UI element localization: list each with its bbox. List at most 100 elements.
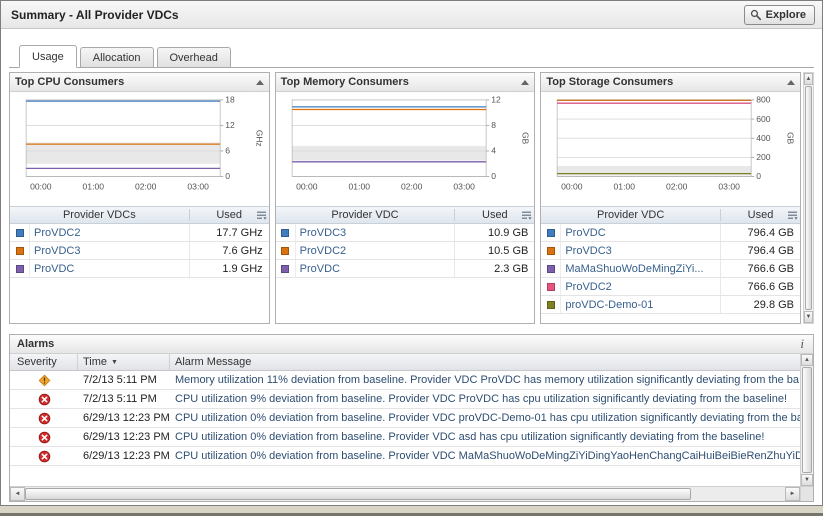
- alarms-horizontal-scrollbar[interactable]: ◄ ►: [10, 486, 813, 501]
- alarm-row[interactable]: 7/2/13 5:11 PM Memory utilization 11% de…: [10, 371, 800, 390]
- table-settings-icon[interactable]: [521, 210, 532, 221]
- swatch-cell: [276, 242, 296, 259]
- alarms-title: Alarms: [17, 338, 54, 350]
- panel-title: Top Memory Consumers: [281, 76, 409, 88]
- series-color-swatch: [16, 247, 24, 255]
- scroll-down-icon[interactable]: ▼: [801, 474, 813, 486]
- provider-vdc-link[interactable]: ProVDC3: [561, 245, 720, 257]
- scrollbar-thumb[interactable]: [805, 86, 812, 310]
- column-header-provider-vdc[interactable]: Provider VDCs: [10, 209, 189, 221]
- column-header-severity[interactable]: Severity: [10, 354, 78, 370]
- svg-text:400: 400: [757, 133, 772, 143]
- used-value: 7.6 GHz: [189, 242, 269, 259]
- swatch-cell: [541, 224, 561, 241]
- svg-text:12: 12: [225, 120, 235, 130]
- consumer-row[interactable]: ProVDC3 7.6 GHz: [10, 242, 269, 260]
- provider-vdc-link[interactable]: ProVDC3: [30, 245, 189, 257]
- scroll-up-icon[interactable]: ▲: [801, 354, 813, 366]
- column-header-time[interactable]: Time ▼: [78, 354, 170, 370]
- used-value: 2.3 GB: [454, 260, 534, 277]
- info-icon[interactable]: i: [798, 336, 806, 352]
- explore-button[interactable]: Explore: [744, 5, 815, 25]
- consumer-row[interactable]: ProVDC 796.4 GB: [541, 224, 800, 242]
- series-color-swatch: [281, 229, 289, 237]
- panel-header: Top Storage Consumers: [541, 73, 800, 92]
- consumer-row[interactable]: ProVDC2 17.7 GHz: [10, 224, 269, 242]
- svg-text:01:00: 01:00: [614, 181, 636, 191]
- collapse-panel-icon[interactable]: [256, 80, 264, 85]
- scroll-down-icon[interactable]: ▼: [804, 311, 813, 323]
- title-bar: Summary - All Provider VDCs Explore: [1, 1, 822, 29]
- series-color-swatch: [281, 265, 289, 273]
- alarm-row[interactable]: 6/29/13 12:23 PM CPU utilization 0% devi…: [10, 409, 800, 428]
- series-color-swatch: [281, 247, 289, 255]
- alarm-row[interactable]: 6/29/13 12:23 PM CPU utilization 0% devi…: [10, 447, 800, 466]
- consumer-row[interactable]: ProVDC3 796.4 GB: [541, 242, 800, 260]
- consumer-row[interactable]: proVDC-Demo-01 29.8 GB: [541, 296, 800, 314]
- provider-vdc-link[interactable]: ProVDC: [561, 227, 720, 239]
- tab-usage[interactable]: Usage: [19, 45, 77, 68]
- alarms-vertical-scrollbar[interactable]: ▲ ▼: [800, 354, 813, 486]
- alarm-row[interactable]: 7/2/13 5:11 PM CPU utilization 9% deviat…: [10, 390, 800, 409]
- collapse-panel-icon[interactable]: [521, 80, 529, 85]
- consumers-table-header: Provider VDC Used: [541, 207, 800, 224]
- provider-vdc-link[interactable]: proVDC-Demo-01: [561, 299, 720, 311]
- consumer-panels: Top CPU Consumers 06121800:0001:0002:000…: [9, 72, 801, 324]
- consumers-table-body: ProVDC2 17.7 GHz ProVDC3 7.6 GHz ProVDC …: [10, 224, 269, 278]
- used-value: 17.7 GHz: [189, 224, 269, 241]
- scroll-right-icon[interactable]: ►: [785, 487, 800, 501]
- consumer-row[interactable]: ProVDC 1.9 GHz: [10, 260, 269, 278]
- scrollbar-track[interactable]: [691, 487, 785, 501]
- column-header-provider-vdc[interactable]: Provider VDC: [541, 209, 720, 221]
- alarm-time: 7/2/13 5:11 PM: [78, 374, 170, 386]
- explore-button-label: Explore: [766, 9, 806, 21]
- svg-text:02:00: 02:00: [666, 181, 688, 191]
- provider-vdc-link[interactable]: ProVDC: [296, 263, 455, 275]
- alarm-time: 7/2/13 5:11 PM: [78, 393, 170, 405]
- consumer-row[interactable]: ProVDC2 10.5 GB: [276, 242, 535, 260]
- svg-text:03:00: 03:00: [453, 181, 475, 191]
- scrollbar-thumb[interactable]: [802, 367, 812, 473]
- alarm-time: 6/29/13 12:23 PM: [78, 450, 170, 462]
- alarm-rows: 7/2/13 5:11 PM Memory utilization 11% de…: [10, 371, 800, 486]
- alarms-panel: Alarms i Severity Time ▼ Alarm Message 7: [9, 334, 814, 502]
- provider-vdc-link[interactable]: ProVDC: [30, 263, 189, 275]
- alarm-time: 6/29/13 12:23 PM: [78, 431, 170, 443]
- collapse-panel-icon[interactable]: [787, 80, 795, 85]
- consumer-row[interactable]: ProVDC2 766.6 GB: [541, 278, 800, 296]
- svg-text:200: 200: [757, 152, 772, 162]
- consumer-row[interactable]: ProVDC 2.3 GB: [276, 260, 535, 278]
- panel-title: Top Storage Consumers: [546, 76, 673, 88]
- table-settings-icon[interactable]: [787, 210, 798, 221]
- consumers-table-header: Provider VDCs Used: [10, 207, 269, 224]
- svg-text:03:00: 03:00: [719, 181, 741, 191]
- consumer-row[interactable]: MaMaShuoWoDeMingZiYi... 766.6 GB: [541, 260, 800, 278]
- column-header-alarm-message[interactable]: Alarm Message: [170, 354, 800, 370]
- alarm-message: CPU utilization 0% deviation from baseli…: [170, 450, 800, 462]
- provider-vdc-link[interactable]: ProVDC2: [30, 227, 189, 239]
- provider-vdc-link[interactable]: ProVDC3: [296, 227, 455, 239]
- svg-text:00:00: 00:00: [30, 181, 52, 191]
- scroll-left-icon[interactable]: ◄: [10, 487, 25, 501]
- provider-vdc-link[interactable]: ProVDC2: [561, 281, 720, 293]
- panel-title: Top CPU Consumers: [15, 76, 124, 88]
- panel-header: Top Memory Consumers: [276, 73, 535, 92]
- svg-text:GB: GB: [520, 132, 530, 144]
- tab-allocation[interactable]: Allocation: [80, 47, 154, 67]
- table-settings-icon[interactable]: [256, 210, 267, 221]
- provider-vdc-link[interactable]: MaMaShuoWoDeMingZiYi...: [561, 263, 720, 275]
- scrollbar-thumb[interactable]: [25, 488, 691, 500]
- critical-icon: [38, 450, 51, 463]
- provider-vdc-link[interactable]: ProVDC2: [296, 245, 455, 257]
- alarm-row[interactable]: 6/29/13 12:23 PM CPU utilization 0% devi…: [10, 428, 800, 447]
- tab-overhead[interactable]: Overhead: [157, 47, 231, 67]
- svg-text:0: 0: [757, 171, 762, 181]
- panels-vertical-scrollbar[interactable]: ▲ ▼: [803, 72, 814, 324]
- svg-text:00:00: 00:00: [296, 181, 318, 191]
- used-value: 29.8 GB: [720, 296, 800, 313]
- svg-text:0: 0: [225, 171, 230, 181]
- consumer-row[interactable]: ProVDC3 10.9 GB: [276, 224, 535, 242]
- swatch-cell: [541, 242, 561, 259]
- column-header-provider-vdc[interactable]: Provider VDC: [276, 209, 455, 221]
- scroll-up-icon[interactable]: ▲: [804, 73, 813, 85]
